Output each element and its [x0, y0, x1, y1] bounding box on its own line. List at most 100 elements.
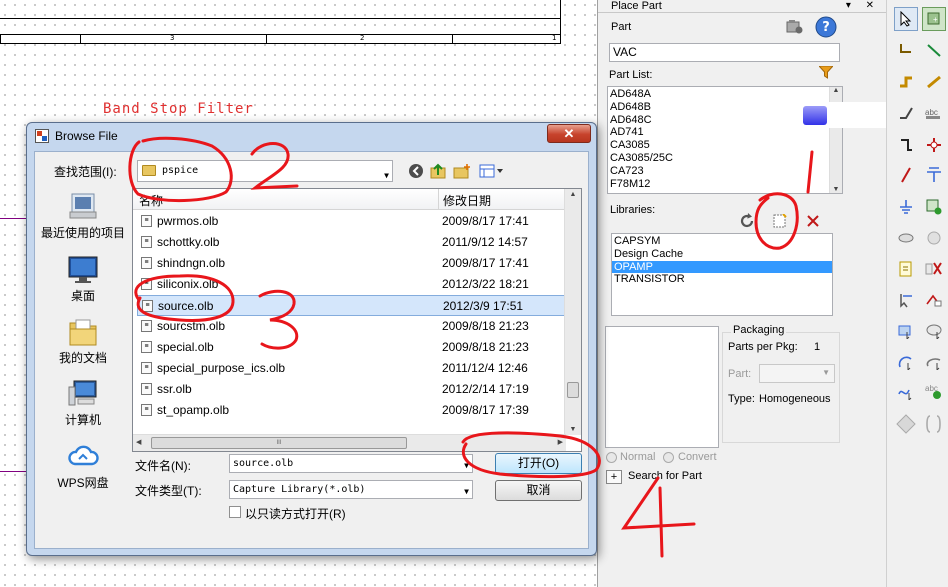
off-page-icon[interactable] [894, 163, 918, 187]
delete-icon[interactable] [922, 257, 946, 281]
bezier-icon[interactable] [894, 380, 918, 404]
schematic-title-text[interactable]: Band Stop Filter [103, 101, 254, 117]
readonly-checkbox[interactable] [229, 506, 241, 518]
panel-controls[interactable]: ▾ ✕ [846, 0, 880, 12]
ieee-symbol-icon[interactable] [922, 412, 946, 436]
file-row[interactable]: ≡ pwrmos.olb 2009/8/17 17:41 [137, 211, 566, 232]
net-group-icon[interactable] [922, 38, 946, 62]
elliptical-arc-icon[interactable] [922, 350, 946, 374]
place-desktop[interactable]: 桌面 [35, 255, 131, 304]
file-row[interactable]: ≡ special_purpose_ics.olb 2011/12/4 12:46 [137, 358, 566, 379]
place-text-icon[interactable]: abc [922, 380, 946, 404]
line-tool-icon[interactable] [894, 288, 918, 312]
look-in-dropdown[interactable]: pspice ▼ [137, 160, 393, 182]
search-for-part-label[interactable]: Search for Part [628, 470, 702, 482]
part-preview-swatch [803, 106, 827, 125]
part-list-item[interactable]: AD741 [608, 126, 830, 139]
vertical-scrollbar[interactable]: ▲ ▼ [564, 189, 581, 435]
horizontal-scrollbar[interactable]: ◀ III ▶ [133, 434, 566, 451]
vertical-scroll-thumb[interactable] [567, 382, 579, 398]
bus-entry-icon[interactable] [894, 101, 918, 125]
library-list-item[interactable]: OPAMP [612, 260, 832, 274]
ground-icon[interactable] [894, 195, 918, 219]
bus-tool-icon[interactable] [894, 70, 918, 94]
add-library-icon[interactable] [771, 212, 789, 230]
hier-block-icon[interactable] [922, 195, 946, 219]
part-list-item[interactable]: AD648B [608, 101, 830, 114]
view-menu-icon[interactable] [478, 162, 506, 180]
help-icon[interactable]: ? [815, 16, 837, 38]
open-button[interactable]: 打开(O) [495, 453, 582, 474]
file-row[interactable]: ≡ shindngn.olb 2009/8/17 17:41 [137, 253, 566, 274]
column-name-header[interactable]: 名称 [139, 192, 163, 209]
ellipse-icon[interactable] [922, 319, 946, 343]
dialog-titlebar[interactable]: Browse File ✕ [27, 123, 596, 149]
pin-icon[interactable] [894, 226, 918, 250]
net-alias-icon[interactable]: abc [922, 101, 946, 125]
place-part-tool-icon[interactable]: + [922, 7, 946, 31]
wire[interactable] [0, 471, 26, 472]
filter-icon[interactable] [817, 64, 835, 80]
library-list-item[interactable]: Design Cache [612, 248, 832, 261]
refresh-icon[interactable] [738, 212, 756, 230]
place-documents[interactable]: 我的文档 [35, 317, 131, 366]
file-row[interactable]: ≡ ssr.olb 2012/2/14 17:19 [137, 379, 566, 400]
part-list-item[interactable]: AD648A [608, 88, 830, 101]
remove-library-icon[interactable] [804, 212, 822, 230]
part-list-item[interactable]: CA3085 [608, 139, 830, 152]
folder-icon [142, 165, 156, 176]
part-list-item[interactable]: CA3085/25C [608, 152, 830, 165]
column-date-header[interactable]: 修改日期 [443, 192, 491, 209]
file-list[interactable]: 名称 修改日期 ≡ pwrmos.olb 2009/8/17 17:41 ≡ schot… [132, 188, 582, 452]
hier-port-icon[interactable] [922, 163, 946, 187]
part-list-item[interactable]: AD648C [608, 114, 830, 127]
no-connect-icon[interactable] [922, 133, 946, 157]
part-search-input[interactable]: VAC [609, 43, 840, 62]
place-computer[interactable]: 计算机 [35, 379, 131, 428]
normal-radio[interactable] [606, 452, 617, 463]
part-list-item[interactable]: CA723 [608, 165, 830, 178]
file-date: 2012/3/22 18:21 [442, 277, 529, 291]
convert-radio[interactable] [663, 452, 674, 463]
libraries-list[interactable]: CAPSYM Design Cache OPAMP TRANSISTOR [611, 233, 833, 316]
svg-text:+: + [933, 15, 938, 24]
new-folder-icon[interactable] [453, 162, 471, 180]
arc-icon[interactable] [894, 350, 918, 374]
junction-icon[interactable] [922, 70, 946, 94]
file-name: source.olb [158, 299, 214, 313]
file-row[interactable]: ≡ siliconix.olb 2012/3/22 18:21 [137, 274, 566, 295]
text-tool-icon[interactable] [894, 257, 918, 281]
expand-search-button[interactable]: + [606, 470, 622, 484]
file-row[interactable]: ≡ sourcstm.olb 2009/8/18 21:23 [137, 316, 566, 337]
up-folder-icon[interactable] [430, 162, 448, 180]
cancel-button[interactable]: 取消 [495, 480, 582, 501]
wire[interactable] [0, 218, 26, 219]
pin-array-icon[interactable] [922, 226, 946, 250]
place-recent[interactable]: 最近使用的项目 [35, 192, 131, 241]
back-icon[interactable] [407, 162, 425, 180]
power-icon[interactable] [894, 133, 918, 157]
file-row[interactable]: ≡ special.olb 2009/8/18 21:23 [137, 337, 566, 358]
rectangle-icon[interactable] [894, 319, 918, 343]
picture-icon[interactable] [894, 412, 918, 436]
horizontal-scroll-thumb[interactable]: III [151, 437, 407, 449]
parts-per-pkg-label: Parts per Pkg: [728, 341, 798, 353]
close-button[interactable]: ✕ [547, 124, 591, 143]
wire-tool-icon[interactable] [894, 38, 918, 62]
place-wps-drive[interactable]: WPS网盘 [35, 442, 131, 491]
add-part-icon[interactable] [784, 17, 804, 37]
polyline-icon[interactable] [922, 288, 946, 312]
part-list-item[interactable]: F78M12 [608, 178, 830, 191]
library-list-item[interactable]: CAPSYM [612, 235, 832, 248]
select-tool-icon[interactable] [894, 7, 918, 31]
part-unit-select[interactable]: ▼ [759, 364, 835, 383]
file-row[interactable]: ≡ st_opamp.olb 2009/8/17 17:39 [137, 400, 566, 421]
library-file-icon: ≡ [141, 257, 152, 269]
file-date: 2011/9/12 14:57 [442, 235, 528, 249]
file-row[interactable]: ≡ schottky.olb 2011/9/12 14:57 [137, 232, 566, 253]
file-name: st_opamp.olb [157, 403, 230, 417]
library-list-item[interactable]: TRANSISTOR [612, 273, 832, 286]
filetype-dropdown[interactable]: Capture Library(*.olb) ▼ [229, 480, 473, 499]
filename-input[interactable]: source.olb ▼ [229, 454, 473, 473]
file-row[interactable]: ≡ source.olb 2012/3/9 17:51 [137, 295, 566, 316]
